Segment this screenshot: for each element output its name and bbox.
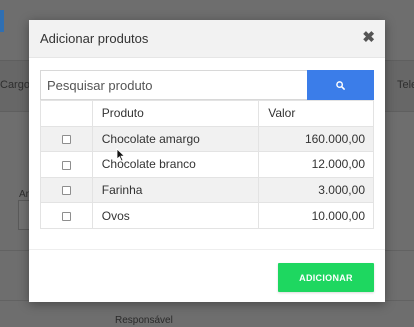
search-button[interactable] <box>307 70 374 100</box>
product-value: 160.000,00 <box>258 125 374 153</box>
product-value: 3.000,00 <box>258 176 374 204</box>
column-header-valor: Valor <box>258 100 374 127</box>
table-header-row: Produto Valor <box>40 100 374 127</box>
mouse-pointer-icon <box>116 148 126 162</box>
product-value: 10.000,00 <box>258 202 374 229</box>
products-table: Produto Valor Chocolate amargo 160.000,0… <box>40 100 374 229</box>
background-label-responsavel: Responsável <box>115 315 173 326</box>
column-header-produto: Produto <box>91 100 260 127</box>
row-checkbox[interactable] <box>61 160 71 170</box>
row-checkbox[interactable] <box>61 186 71 196</box>
table-row: Chocolate amargo 160.000,00 <box>40 125 374 153</box>
row-checkbox[interactable] <box>61 212 71 221</box>
add-button[interactable]: ADICIONAR <box>278 263 374 292</box>
modal-header: Adicionar produtos ✖ <box>29 20 385 58</box>
table-row: Farinha 3.000,00 <box>40 176 374 204</box>
search-input[interactable] <box>40 70 307 100</box>
search-icon <box>336 81 345 90</box>
table-row: Chocolate branco 12.000,00 <box>40 151 374 178</box>
modal-footer-divider <box>29 249 385 250</box>
background-button-edge <box>0 10 4 32</box>
column-header-select <box>40 100 93 127</box>
add-products-modal: Adicionar produtos ✖ Produto Valor Choco… <box>29 20 385 302</box>
close-icon[interactable]: ✖ <box>362 29 375 47</box>
table-row: Ovos 10.000,00 <box>40 202 374 229</box>
background-column-label: Cargo <box>0 79 30 91</box>
modal-title: Adicionar produtos <box>40 31 149 46</box>
product-value: 12.000,00 <box>258 151 374 178</box>
product-name: Ovos <box>91 202 260 229</box>
product-name: Farinha <box>91 176 260 204</box>
background-column-label: Tele <box>397 79 414 91</box>
row-checkbox[interactable] <box>61 135 71 145</box>
search-bar <box>40 70 374 100</box>
